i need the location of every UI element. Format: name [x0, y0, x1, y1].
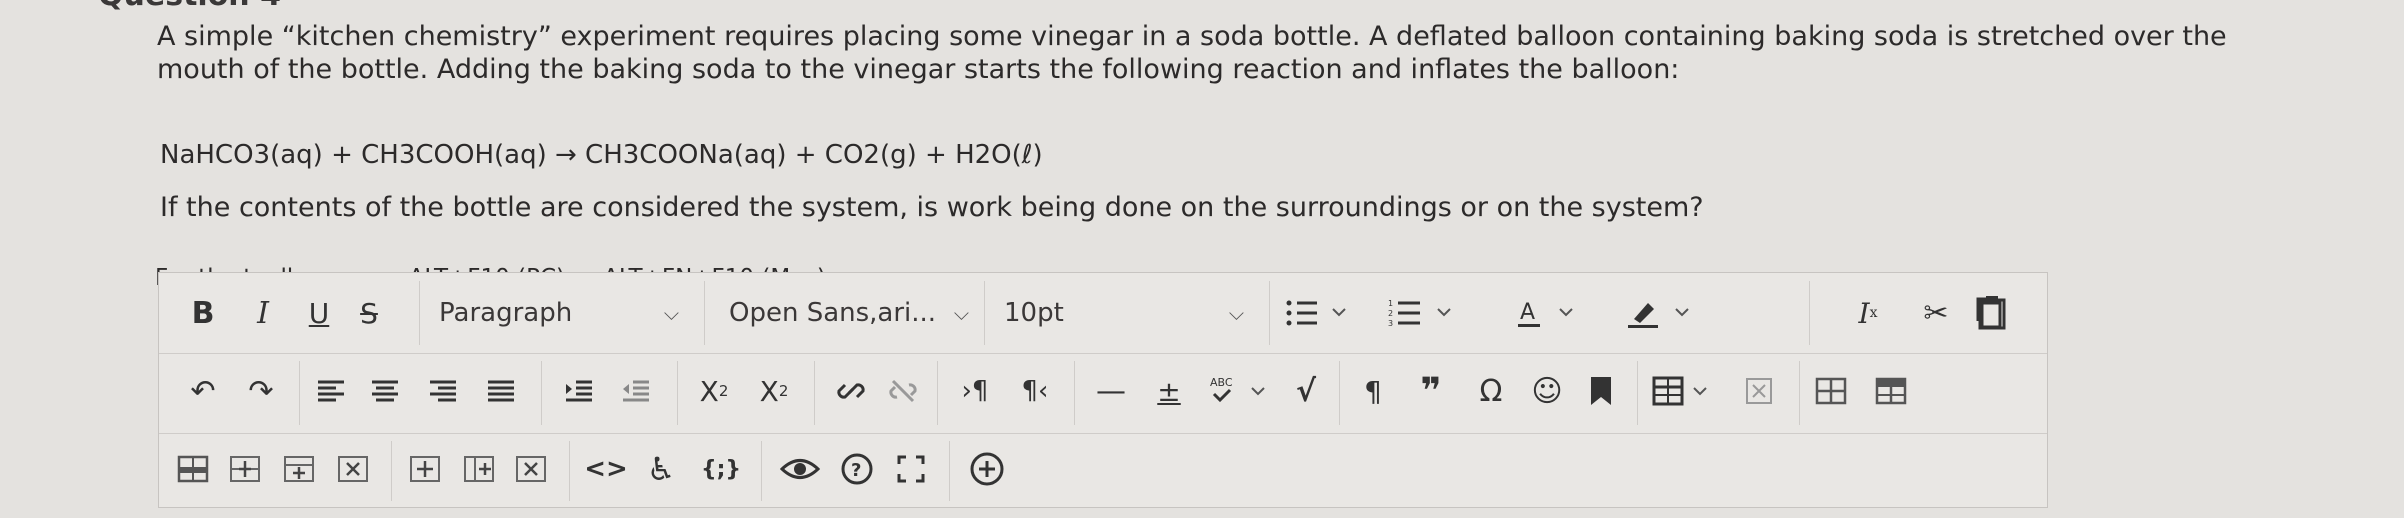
cut-icon[interactable]: ✂: [1914, 291, 1958, 335]
grid-alt-icon[interactable]: [1869, 369, 1913, 413]
quote-icon[interactable]: ❞: [1409, 369, 1453, 413]
highlight-color-icon[interactable]: [1619, 291, 1709, 335]
ltr-icon[interactable]: ›¶: [947, 369, 1003, 413]
align-right-icon[interactable]: [421, 369, 465, 413]
svg-text:ABC: ABC: [1210, 376, 1233, 389]
table-icon[interactable]: [1645, 369, 1725, 413]
bold-icon[interactable]: B: [183, 291, 223, 335]
code-sample-icon[interactable]: {;}: [691, 447, 751, 491]
paragraph-mark-icon[interactable]: ¶: [1351, 369, 1395, 413]
bookmark-icon[interactable]: [1579, 369, 1623, 413]
chevron-down-icon: ⌵: [663, 301, 679, 325]
svg-text:2: 2: [1388, 309, 1393, 318]
outdent-icon[interactable]: [614, 369, 658, 413]
indent-icon[interactable]: [557, 369, 601, 413]
link-icon[interactable]: [829, 369, 873, 413]
font-color-icon[interactable]: A: [1509, 291, 1599, 335]
svg-text:A: A: [1520, 300, 1535, 325]
paste-icon[interactable]: [1970, 290, 2014, 334]
delete-table-icon[interactable]: [1737, 369, 1781, 413]
italic-icon[interactable]: I: [243, 291, 283, 335]
rtl-icon[interactable]: ¶‹: [1007, 369, 1063, 413]
toolbar-row-1: B I U S Paragraph ⌵ Open Sans,ari... ⌵ 1…: [159, 273, 2047, 354]
insert-col-icon[interactable]: [277, 447, 321, 491]
unlink-icon[interactable]: [881, 369, 925, 413]
preview-icon[interactable]: [775, 447, 825, 491]
subscript-icon[interactable]: X2: [749, 369, 799, 413]
accessibility-icon[interactable]: ♿: [639, 447, 683, 491]
strikethrough-icon[interactable]: S: [349, 291, 389, 335]
font-size-select[interactable]: 10pt ⌵: [1004, 291, 1244, 335]
svg-text:?: ?: [851, 460, 861, 481]
fullscreen-icon[interactable]: [889, 447, 933, 491]
table-row-icon[interactable]: [171, 447, 215, 491]
paragraph-select[interactable]: Paragraph ⌵: [439, 291, 679, 335]
code-icon[interactable]: <>: [581, 447, 631, 491]
editor-toolbar: B I U S Paragraph ⌵ Open Sans,ari... ⌵ 1…: [158, 272, 2048, 508]
question-paragraph-2: If the contents of the bottle are consid…: [160, 192, 1704, 223]
grid-icon[interactable]: [1809, 369, 1853, 413]
formula-icon[interactable]: √: [1284, 369, 1328, 413]
question-heading: Question 4: [98, 0, 281, 13]
plus-minus-icon[interactable]: ±: [1147, 369, 1191, 413]
delete-col-icon[interactable]: [331, 447, 375, 491]
toolbar-row-3: <> ♿ {;} ?: [159, 433, 2047, 509]
insert-row-icon[interactable]: [223, 447, 267, 491]
horizontal-rule-icon[interactable]: —: [1089, 369, 1133, 413]
split-cells-icon[interactable]: [457, 447, 501, 491]
merge-cells-icon[interactable]: [403, 447, 447, 491]
spellcheck-icon[interactable]: ABC: [1205, 369, 1275, 413]
redo-icon[interactable]: ↷: [239, 369, 283, 413]
paragraph-select-label: Paragraph: [439, 298, 573, 328]
omega-icon[interactable]: Ω: [1469, 369, 1513, 413]
reaction-equation: NaHCO3(aq) + CH3COOH(aq) → CH3COONa(aq) …: [160, 140, 1043, 170]
font-family-select[interactable]: Open Sans,ari... ⌵: [729, 291, 969, 335]
svg-text:1: 1: [1388, 299, 1393, 308]
chevron-down-icon: ⌵: [953, 301, 969, 325]
help-icon[interactable]: ?: [835, 447, 879, 491]
bulleted-list-icon[interactable]: [1274, 291, 1364, 335]
question-paragraph-1: A simple “kitchen chemistry” experiment …: [157, 21, 2227, 85]
font-family-select-label: Open Sans,ari...: [729, 298, 937, 328]
undo-icon[interactable]: ↶: [181, 369, 225, 413]
emoji-icon[interactable]: ☺: [1525, 369, 1569, 413]
question-text: A simple “kitchen chemistry” experiment …: [157, 20, 2307, 86]
underline-icon[interactable]: U: [299, 291, 339, 335]
delete-cells-icon[interactable]: [509, 447, 553, 491]
clear-formatting-icon[interactable]: Ix: [1844, 291, 1892, 335]
justify-icon[interactable]: [479, 369, 523, 413]
toolbar-row-2: ↶ ↷ X2 X2 ›¶ ¶‹ — ± ABC √ ¶ ❞ Ω ☺: [159, 353, 2047, 434]
svg-text:3: 3: [1388, 319, 1393, 328]
superscript-icon[interactable]: X2: [689, 369, 739, 413]
align-center-icon[interactable]: [363, 369, 407, 413]
align-left-icon[interactable]: [309, 369, 353, 413]
chevron-down-icon: ⌵: [1228, 301, 1244, 325]
add-content-icon[interactable]: [965, 447, 1009, 491]
numbered-list-icon[interactable]: 123: [1379, 291, 1469, 335]
font-size-select-label: 10pt: [1004, 298, 1064, 328]
